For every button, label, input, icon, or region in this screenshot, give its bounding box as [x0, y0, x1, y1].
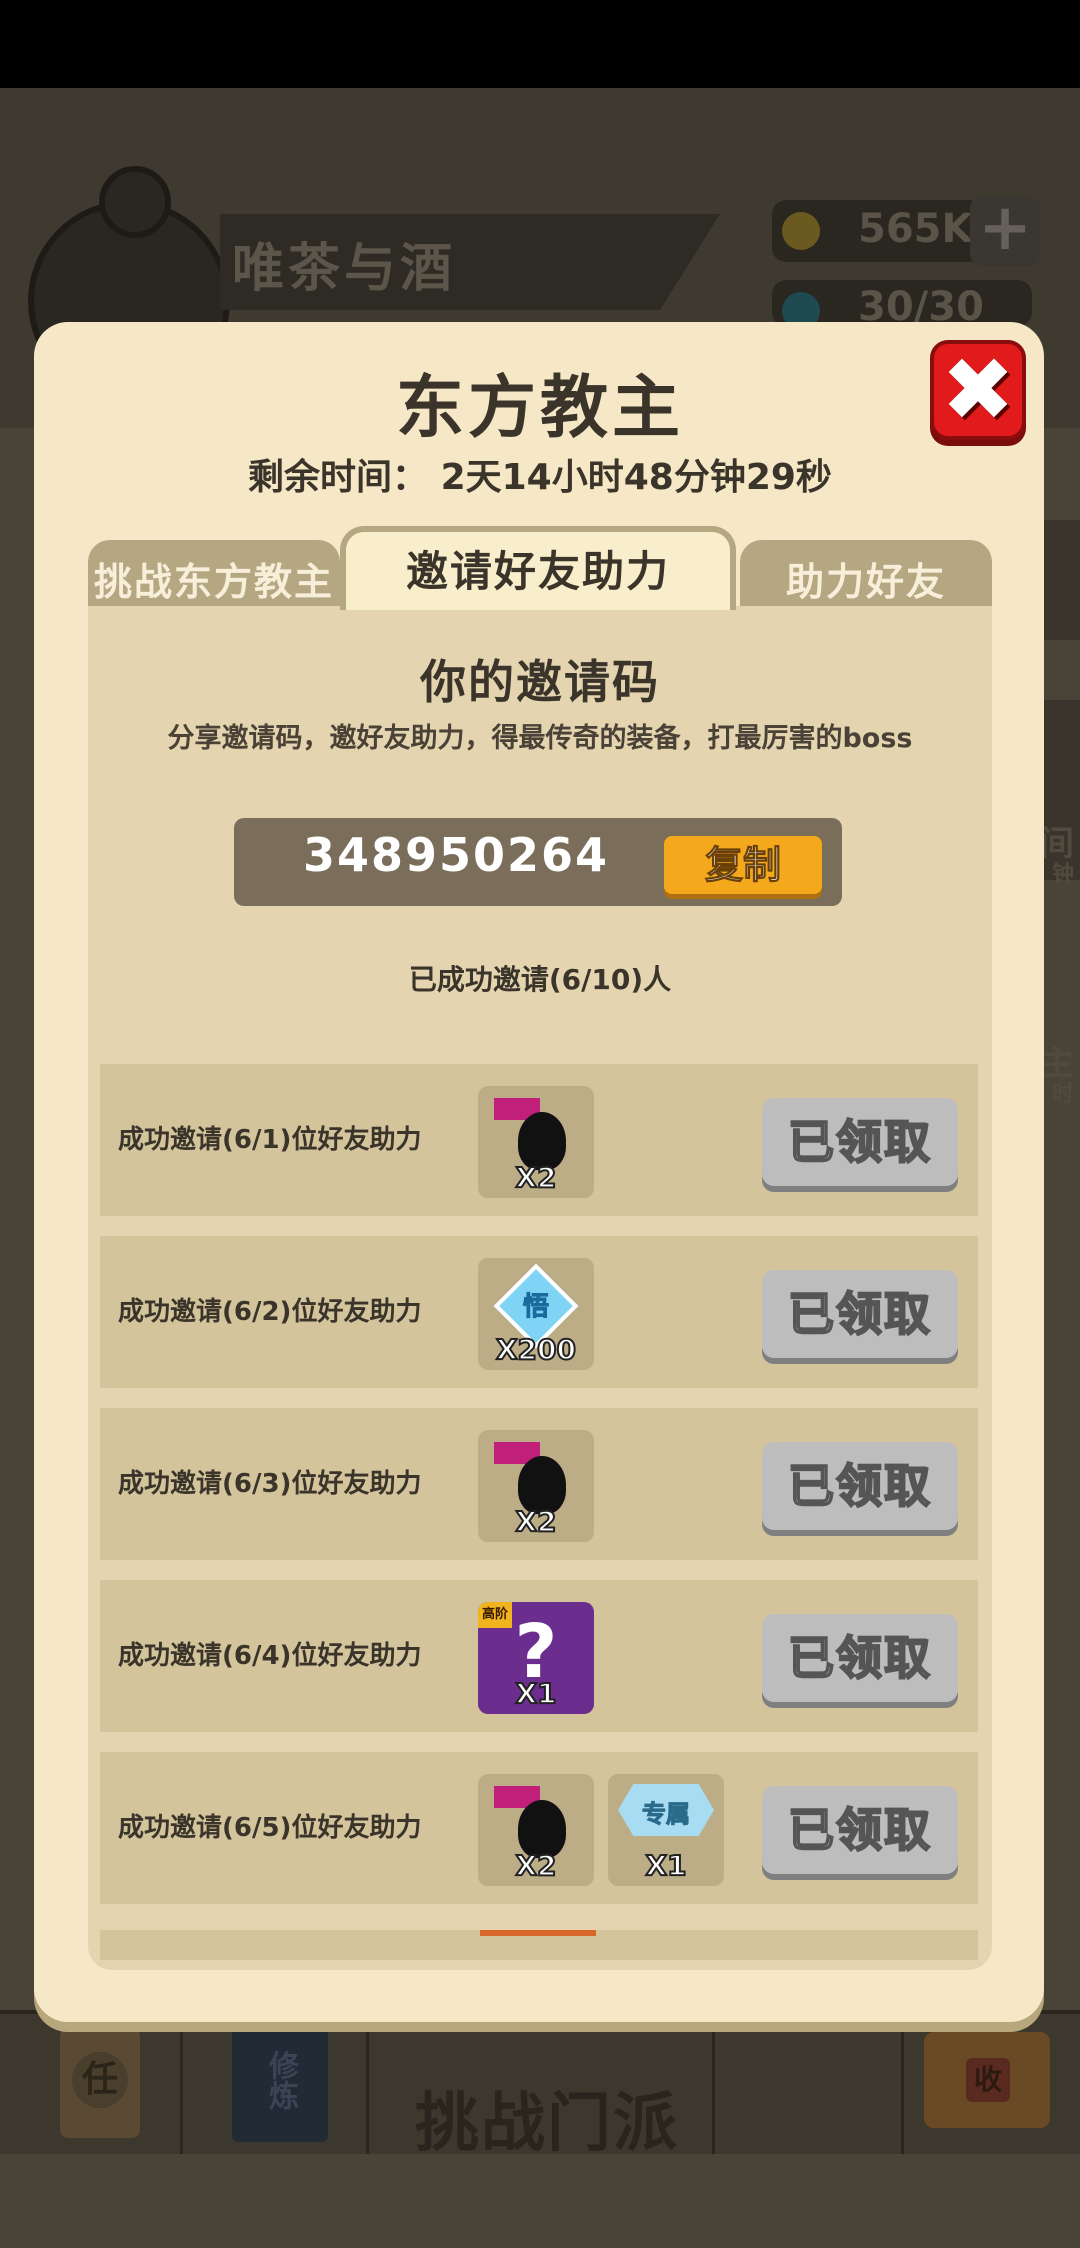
- item-quantity: X2: [514, 1160, 557, 1195]
- reward-label: 成功邀请(6/5)位好友助力: [118, 1813, 422, 1843]
- invite-progress: 已成功邀请(6/10)人: [408, 963, 672, 996]
- nav-slot: [712, 2024, 904, 2154]
- warrior-silhouette-icon[interactable]: X2: [478, 1086, 594, 1198]
- cultivate-book-icon: 修炼: [232, 2018, 328, 2142]
- claimed-label: 已领取: [787, 1458, 932, 1514]
- claimed-button[interactable]: 已领取: [762, 1614, 958, 1702]
- status-bar: [0, 0, 1080, 88]
- add-coins-button: +: [970, 196, 1040, 266]
- player-name: 唯茶与酒: [232, 239, 457, 299]
- diamond-char: 悟: [522, 1292, 549, 1323]
- reward-row: 成功邀请(6/2)位好友助力 悟 X200 已领取: [100, 1236, 978, 1388]
- enlightenment-diamond-icon[interactable]: 悟 X200: [478, 1258, 594, 1370]
- exclusive-plate-icon[interactable]: 专属 X1: [608, 1774, 724, 1886]
- close-icon: ✖: [941, 338, 1015, 441]
- reward-label: 成功邀请(6/4)位好友助力: [118, 1641, 422, 1671]
- reward-row: [100, 1930, 978, 1960]
- reward-label: 成功邀请(6/2)位好友助力: [118, 1297, 422, 1327]
- reward-row: 成功邀请(6/3)位好友助力 X2 已领取: [100, 1408, 978, 1560]
- coin-icon: [782, 212, 820, 250]
- mystery-box-icon[interactable]: 高阶 ? X1: [478, 1602, 594, 1714]
- item-quantity: X2: [514, 1504, 557, 1539]
- claimed-button[interactable]: 已领取: [762, 1098, 958, 1186]
- tab-assist-friends[interactable]: 助力好友: [740, 540, 992, 606]
- task-char: 任: [72, 2052, 128, 2108]
- chest-char: 收: [966, 2058, 1010, 2102]
- claimed-button[interactable]: 已领取: [762, 1442, 958, 1530]
- item-quantity: X2: [514, 1848, 557, 1883]
- side-label: 钟: [1051, 862, 1074, 887]
- claimed-button[interactable]: 已领取: [762, 1270, 958, 1358]
- claimed-label: 已领取: [787, 1114, 932, 1170]
- item-quantity: X200: [495, 1332, 577, 1367]
- tab-invite-friends[interactable]: 邀请好友助力: [340, 526, 736, 610]
- copy-button[interactable]: 复制: [664, 836, 822, 894]
- close-button[interactable]: ✖: [930, 340, 1026, 440]
- tab-label: 邀请好友助力: [405, 547, 670, 596]
- item-peek: [480, 1930, 596, 1936]
- invite-description: 分享邀请码，邀好友助力，得最传奇的装备，打最厉害的boss: [167, 723, 913, 754]
- item-quantity: X1: [644, 1848, 687, 1883]
- claimed-label: 已领取: [787, 1630, 932, 1686]
- energy-counter: 30/30: [772, 280, 1032, 330]
- copy-label: 复制: [704, 843, 781, 888]
- challenge-sect-label: 挑战门派: [415, 2087, 679, 2161]
- claimed-label: 已领取: [787, 1286, 932, 1342]
- reward-label: 成功邀请(6/3)位好友助力: [118, 1469, 422, 1499]
- reward-row: 成功邀请(6/4)位好友助力 高阶 ? X1 已领取: [100, 1580, 978, 1732]
- reward-label: 成功邀请(6/1)位好友助力: [118, 1125, 422, 1155]
- invite-code-heading: 你的邀请码: [420, 655, 660, 709]
- chest-icon: 收: [924, 2032, 1050, 2128]
- side-label: 时: [1051, 1082, 1074, 1107]
- claimed-button[interactable]: 已领取: [762, 1786, 958, 1874]
- reward-row: 成功邀请(6/5)位好友助力 X2 专属 X1 已领取: [100, 1752, 978, 1904]
- warrior-silhouette-icon[interactable]: X2: [478, 1430, 594, 1542]
- avatar-hair-knot: [99, 166, 171, 238]
- plate-char: 专属: [642, 1800, 691, 1829]
- coin-value: 565K: [858, 206, 973, 252]
- invite-code: 348950264: [302, 828, 610, 882]
- modal-title: 东方教主: [395, 369, 684, 448]
- claimed-label: 已领取: [787, 1802, 932, 1858]
- reward-row: 成功邀请(6/1)位好友助力 X2 已领取: [100, 1064, 978, 1216]
- task-scroll-icon: 任: [60, 2028, 140, 2138]
- warrior-silhouette-icon[interactable]: X2: [478, 1774, 594, 1886]
- tab-challenge-master[interactable]: 挑战东方教主: [88, 540, 340, 606]
- item-quantity: X1: [514, 1676, 557, 1711]
- coin-counter: 565K +: [772, 196, 1040, 266]
- remaining-time: 剩余时间： 2天14小时48分钟29秒: [248, 457, 832, 498]
